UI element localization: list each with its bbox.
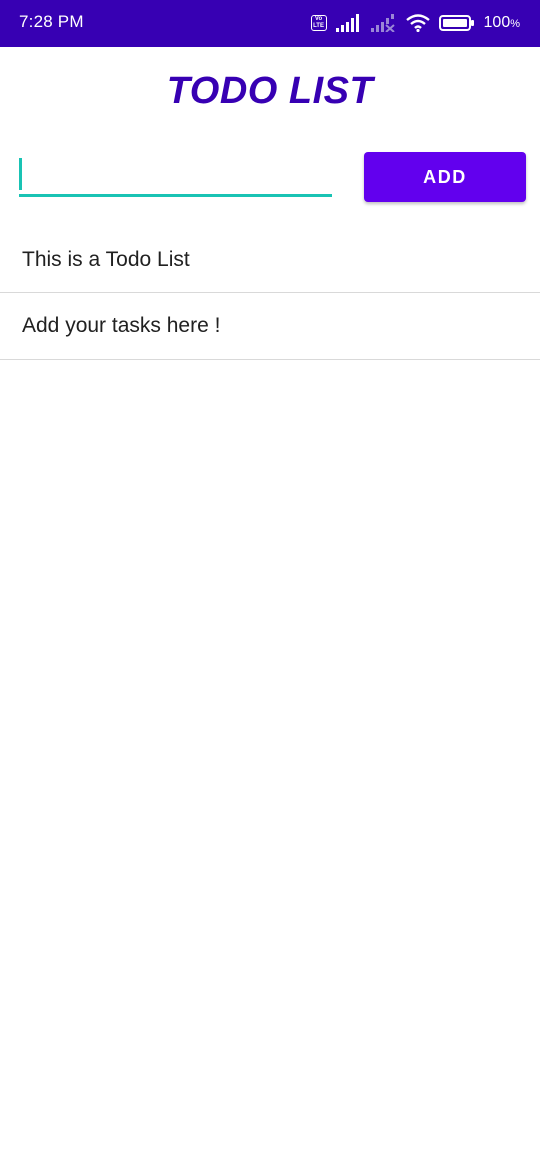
list-item[interactable]: This is a Todo List [0,228,540,293]
status-icons: Vo LTE 100% [310,10,520,36]
signal-no-service-icon [370,14,395,32]
signal-strength-icon [335,14,359,32]
status-time: 7:28 PM [19,12,84,31]
todo-list: This is a Todo List Add your tasks here … [0,228,540,360]
todo-item-text: This is a Todo List [22,248,190,271]
wifi-icon [405,14,430,32]
app-screen: 7:28 PM Vo LTE 100% TODO LIST ADD This i… [0,0,540,1170]
todo-item-text: Add your tasks here ! [22,314,221,337]
battery-icon [438,15,474,31]
task-input[interactable] [19,152,332,194]
add-button[interactable]: ADD [364,152,526,202]
list-item[interactable]: Add your tasks here ! [0,293,540,360]
text-cursor [19,158,22,190]
volte-icon: Vo LTE [310,15,327,31]
page-title: TODO LIST [166,70,374,112]
task-input-container[interactable] [19,152,332,198]
battery-percentage: 100% [483,14,520,31]
status-bar: 7:28 PM Vo LTE 100% [0,0,540,47]
input-underline [19,194,332,197]
